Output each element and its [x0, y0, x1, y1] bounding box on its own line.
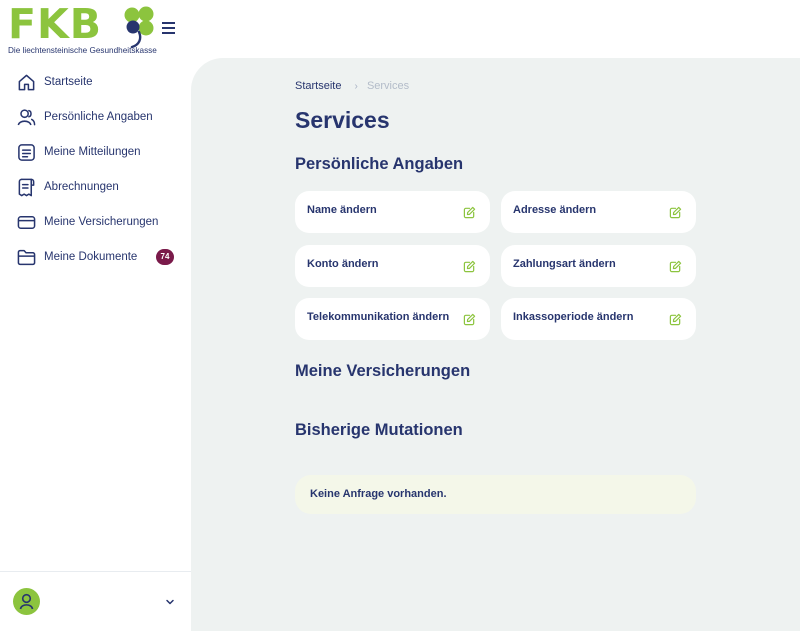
- sidebar-item-label: Abrechnungen: [44, 181, 119, 193]
- sidebar-item-label: Meine Versicherungen: [44, 216, 159, 228]
- logo-tagline: Die liechtensteinische Gesundheitskasse: [8, 46, 157, 55]
- sidebar-item-startseite[interactable]: Startseite: [0, 65, 191, 99]
- sidebar-item-label: Meine Dokumente: [44, 251, 138, 263]
- breadcrumb-home-link[interactable]: Startseite: [295, 80, 341, 92]
- card-icon: [17, 213, 36, 232]
- hamburger-menu-icon[interactable]: [162, 22, 180, 36]
- page-title: Services: [295, 107, 390, 133]
- card-label: Konto ändern: [307, 258, 379, 270]
- card-label: Inkassoperiode ändern: [513, 311, 634, 323]
- edit-icon: [669, 313, 682, 326]
- section-title-persoenliche-angaben: Persönliche Angaben: [295, 155, 464, 173]
- notice-text: Keine Anfrage vorhanden.: [310, 488, 447, 500]
- sidebar-item-meine-mitteilungen[interactable]: Meine Mitteilungen: [0, 135, 191, 169]
- logo-wordmark: FKB: [8, 0, 103, 48]
- message-icon: [17, 143, 36, 162]
- edit-icon: [463, 260, 476, 273]
- edit-icon: [669, 206, 682, 219]
- adresse-aendern-card[interactable]: Adresse ändern: [501, 191, 696, 233]
- sidebar-item-abrechnungen[interactable]: Abrechnungen: [0, 170, 191, 204]
- sidebar-item-label: Startseite: [44, 76, 93, 88]
- name-aendern-card[interactable]: Name ändern: [295, 191, 490, 233]
- section-title-bisherige-mutationen: Bisherige Mutationen: [295, 421, 463, 439]
- inkassoperiode-aendern-card[interactable]: Inkassoperiode ändern: [501, 298, 696, 340]
- document-count-badge: 74: [156, 249, 174, 265]
- clover-logo-icon: [124, 6, 154, 49]
- sidebar-item-meine-versicherungen[interactable]: Meine Versicherungen: [0, 205, 191, 239]
- chevron-down-icon[interactable]: [164, 596, 176, 608]
- breadcrumb: Startseite › Services: [295, 80, 409, 92]
- konto-aendern-card[interactable]: Konto ändern: [295, 245, 490, 287]
- breadcrumb-current: Services: [366, 80, 410, 92]
- telekommunikation-aendern-card[interactable]: Telekommunikation ändern: [295, 298, 490, 340]
- sidebar-divider: [0, 571, 191, 572]
- sidebar-item-label: Meine Mitteilungen: [44, 146, 141, 158]
- sidebar-item-label: Persönliche Angaben: [44, 111, 153, 123]
- zahlungsart-aendern-card[interactable]: Zahlungsart ändern: [501, 245, 696, 287]
- sidebar-item-meine-dokumente[interactable]: Meine Dokumente 74: [0, 240, 191, 274]
- fkb-logo[interactable]: FKB Die liechtensteinische Gesundheitska…: [8, 0, 158, 56]
- card-label: Zahlungsart ändern: [513, 258, 616, 270]
- main-content: Startseite › Services Services Persönlic…: [191, 58, 800, 631]
- sidebar-nav: Startseite Persönliche Angaben Meine Mit…: [0, 60, 191, 631]
- section-title-meine-versicherungen: Meine Versicherungen: [295, 362, 471, 380]
- breadcrumb-separator: ›: [354, 81, 358, 92]
- avatar[interactable]: [13, 588, 40, 615]
- user-icon: [17, 108, 36, 127]
- card-label: Telekommunikation ändern: [307, 311, 450, 323]
- card-label: Adresse ändern: [513, 204, 597, 216]
- home-icon: [17, 73, 36, 92]
- folder-icon: [17, 248, 36, 267]
- top-header: FKB Die liechtensteinische Gesundheitska…: [0, 0, 800, 60]
- receipt-icon: [17, 178, 36, 197]
- edit-icon: [463, 206, 476, 219]
- edit-icon: [669, 260, 682, 273]
- card-label: Name ändern: [307, 204, 377, 216]
- edit-icon: [463, 313, 476, 326]
- sidebar-item-persoenliche-angaben[interactable]: Persönliche Angaben: [0, 100, 191, 134]
- empty-state-notice: Keine Anfrage vorhanden.: [295, 475, 696, 514]
